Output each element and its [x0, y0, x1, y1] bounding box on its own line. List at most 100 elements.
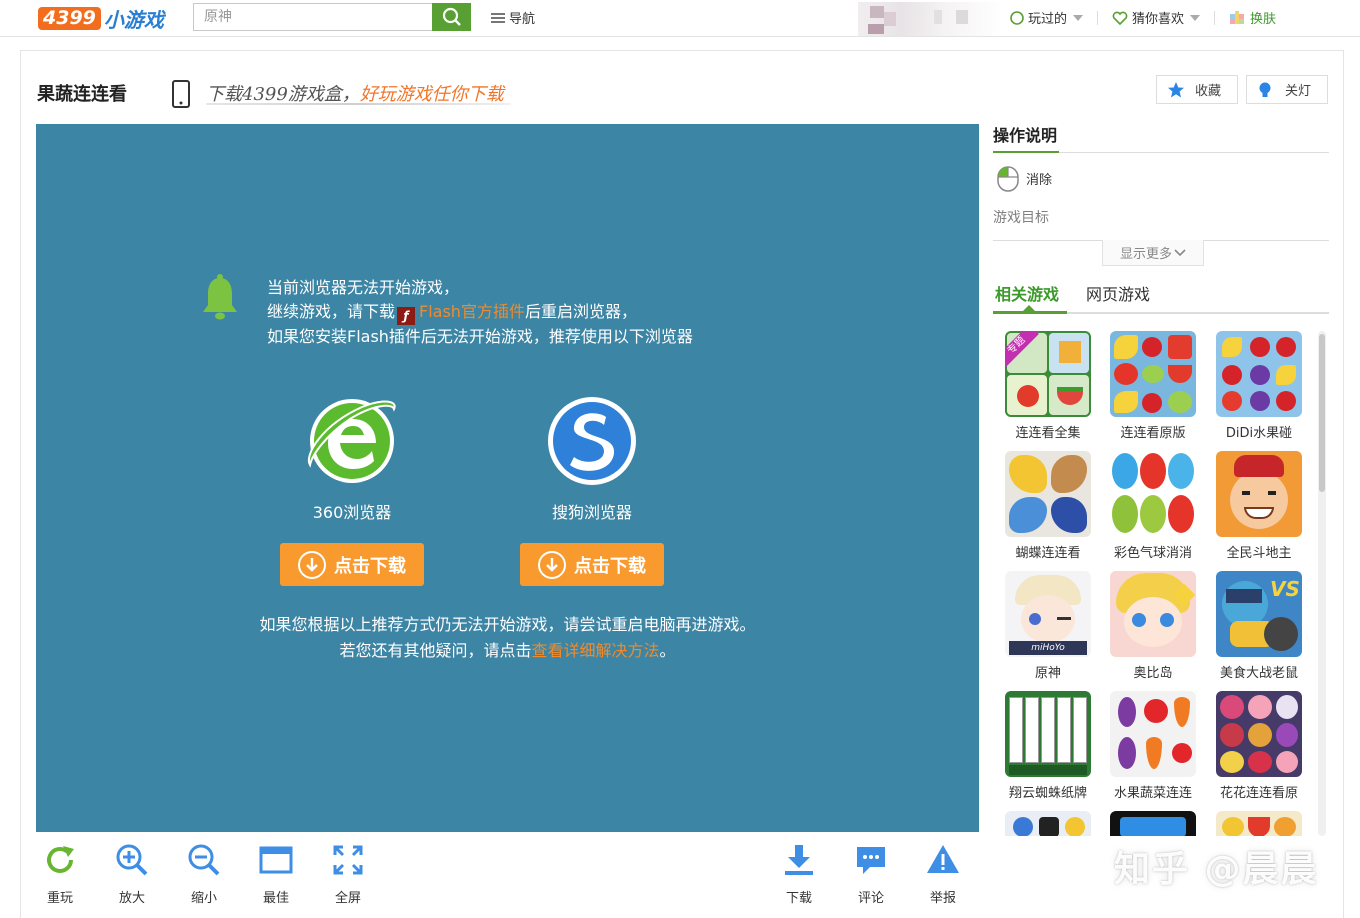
guess-menu[interactable]: 猜你喜欢 — [1112, 8, 1201, 27]
game-thumbnail — [1110, 571, 1196, 657]
game-name: 美食大战老鼠 — [1219, 666, 1298, 681]
search-button[interactable] — [432, 3, 471, 31]
game-item[interactable]: 水果蔬菜连连 — [1103, 691, 1203, 801]
logo-text: 小游戏 — [103, 7, 164, 32]
promo-underline — [206, 103, 511, 105]
zoom-in-icon — [116, 844, 148, 876]
game-item[interactable]: miHoYo 原神 — [998, 571, 1098, 681]
lights-label: 关灯 — [1285, 84, 1312, 99]
game-thumbnail — [1216, 451, 1302, 537]
bulb-icon — [1259, 82, 1271, 97]
mouse-left-click-icon — [996, 165, 1020, 197]
best-size-button[interactable]: 最佳 — [251, 843, 301, 906]
game-thumbnail — [1110, 811, 1196, 836]
search-input[interactable]: 原神 — [193, 3, 433, 31]
game-item[interactable]: 翔云蜘蛛纸牌 — [998, 691, 1098, 801]
game-thumbnail: VS — [1216, 571, 1302, 657]
nav-menu[interactable]: 导航 — [491, 8, 535, 27]
download-label: 点击下载 — [574, 555, 646, 577]
browser-360[interactable]: 360浏览器 — [277, 395, 427, 523]
game-item[interactable] — [1103, 811, 1203, 836]
game-thumbnail — [1110, 331, 1196, 417]
warning-icon — [927, 845, 959, 873]
phone-icon[interactable] — [171, 80, 191, 112]
game-name: 彩色气球消消 — [1113, 546, 1192, 561]
zoom-out-button[interactable]: 缩小 — [179, 843, 229, 906]
flash-warning-message: 当前浏览器无法开始游戏， 继续游戏，请下载 ƒ Flash官方插件后重启浏览器， 如… — [267, 276, 693, 349]
replay-button[interactable]: 重玩 — [35, 843, 85, 906]
browser-sogou[interactable]: 搜狗浏览器 — [517, 395, 667, 523]
360-browser-icon — [307, 399, 396, 483]
clock-icon — [1010, 10, 1024, 25]
game-goal-heading: 游戏目标 — [993, 210, 1049, 226]
game-thumbnail — [1110, 451, 1196, 537]
sogou-browser-icon — [548, 397, 636, 485]
game-name: 连连看原版 — [1120, 426, 1186, 441]
favorite-button[interactable]: 收藏 — [1156, 75, 1238, 104]
game-name: 连连看全集 — [1015, 426, 1081, 441]
user-avatar-blurred[interactable] — [858, 2, 1003, 36]
divider — [1214, 10, 1216, 25]
active-tab-underline — [993, 311, 1067, 314]
heart-icon — [1112, 11, 1128, 25]
window-icon — [259, 846, 293, 874]
download-arrow-icon — [298, 550, 326, 579]
game-item[interactable] — [998, 811, 1098, 836]
zoom-out-icon — [188, 844, 220, 876]
show-more-button[interactable]: 显示更多 — [1102, 240, 1204, 266]
comment-button[interactable]: 评论 — [846, 843, 896, 906]
flash-icon: ƒ — [397, 307, 416, 325]
skin-label: 换肤 — [1250, 12, 1277, 27]
download-sogou-button[interactable]: 点击下载 — [520, 543, 664, 586]
replay-label: 重玩 — [46, 891, 73, 906]
game-download-button[interactable]: 下载 — [774, 843, 824, 906]
guess-label: 猜你喜欢 — [1132, 12, 1185, 27]
chevron-down-icon — [1190, 14, 1201, 21]
report-button[interactable]: 举报 — [918, 843, 968, 906]
game-title: 果蔬连连看 — [37, 84, 127, 105]
comment-label: 评论 — [857, 891, 884, 906]
search-icon — [442, 7, 461, 26]
chevron-down-icon — [1073, 14, 1084, 21]
lights-off-button[interactable]: 关灯 — [1246, 75, 1328, 104]
skin-menu[interactable]: 换肤 — [1229, 8, 1276, 27]
game-name: 花花连连看原 — [1219, 786, 1298, 801]
comment-icon — [857, 847, 885, 874]
game-item[interactable]: 蝴蝶连连看 — [998, 451, 1098, 561]
played-label: 玩过的 — [1028, 12, 1068, 27]
tab-related-games[interactable]: 相关游戏 — [995, 281, 1059, 305]
tab-web-games[interactable]: 网页游戏 — [1086, 281, 1150, 305]
game-item[interactable]: 彩色气球消消 — [1103, 451, 1203, 561]
game-item[interactable]: DiDi水果碰 — [1209, 331, 1309, 441]
favorite-label: 收藏 — [1195, 84, 1222, 99]
warning-line-2a: 继续游戏，请下载 — [267, 302, 396, 321]
game-thumbnail — [1216, 811, 1302, 836]
solution-link[interactable]: 查看详细解决方法 — [531, 641, 659, 660]
game-item[interactable]: 奥比岛 — [1103, 571, 1203, 681]
sidebar-scrollbar-thumb[interactable] — [1319, 334, 1325, 492]
game-name: 全民斗地主 — [1226, 546, 1292, 561]
game-item[interactable] — [1209, 811, 1309, 836]
game-item[interactable]: 花花连连看原 — [1209, 691, 1309, 801]
game-name: DiDi水果碰 — [1225, 426, 1293, 441]
download-360-button[interactable]: 点击下载 — [280, 543, 424, 586]
game-thumbnail — [1005, 451, 1091, 537]
game-stage[interactable] — [36, 124, 979, 832]
help-message: 如果您根据以上推荐方式仍无法开始游戏，请尝试重启电脑再进游戏。 若您还有其他疑问… — [36, 612, 979, 664]
played-menu[interactable]: 玩过的 — [1010, 8, 1084, 27]
game-thumbnail — [1110, 691, 1196, 777]
chevron-down-icon — [1174, 248, 1186, 256]
logo-number: 4399 — [38, 6, 101, 30]
watermark: 知乎 @晨晨 — [1114, 849, 1319, 890]
game-item[interactable]: VS 美食大战老鼠 — [1209, 571, 1309, 681]
flash-plugin-link[interactable]: Flash官方插件 — [419, 302, 525, 321]
game-item[interactable]: 连连看原版 — [1103, 331, 1203, 441]
game-name: 原神 — [1034, 666, 1061, 681]
game-item[interactable]: 专题 连连看全集 — [998, 331, 1098, 441]
game-thumbnail — [1005, 691, 1091, 777]
fullscreen-button[interactable]: 全屏 — [323, 843, 373, 906]
game-item[interactable]: 全民斗地主 — [1209, 451, 1309, 561]
zoom-in-button[interactable]: 放大 — [107, 843, 157, 906]
game-thumbnail — [1216, 691, 1302, 777]
site-logo[interactable]: 4399 小游戏 — [38, 6, 164, 32]
